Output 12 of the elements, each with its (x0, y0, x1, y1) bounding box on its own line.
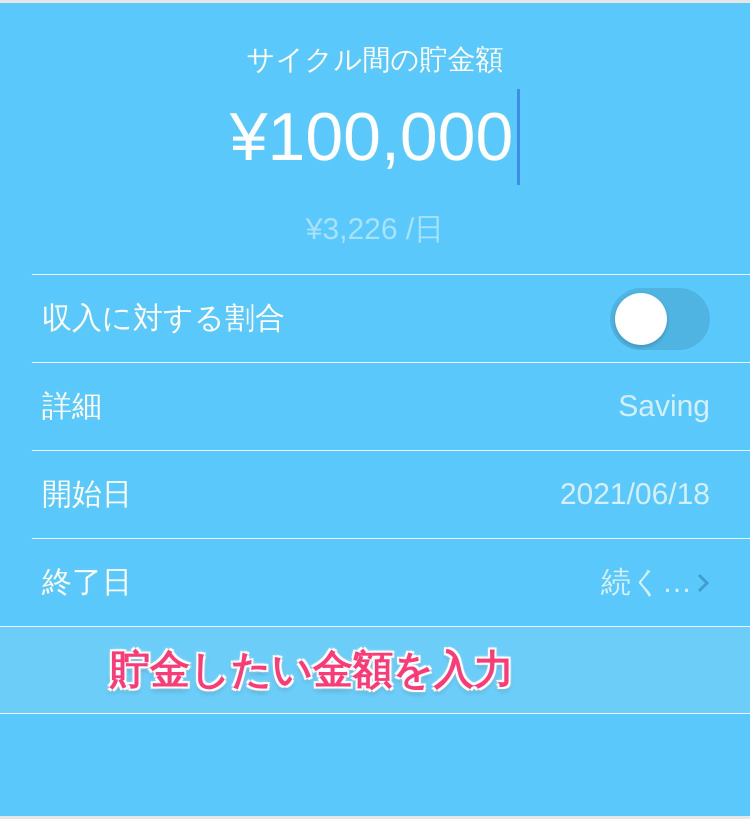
screen-title: サイクル間の貯金額 (246, 42, 504, 78)
daily-amount: ¥3,226 /日 (306, 212, 444, 248)
row-value[interactable]: 続く… (601, 560, 692, 605)
row-label: 収入に対する割合 (42, 300, 285, 338)
row-value[interactable]: Saving (618, 384, 710, 429)
row-value[interactable]: 2021/06/18 (560, 472, 710, 517)
annotation-caption: 貯金したい金額を入力 (110, 646, 514, 695)
amount-input[interactable]: ¥100,000 (230, 100, 514, 174)
chevron-right-icon (696, 572, 710, 594)
row-label: 終了日 (42, 564, 132, 602)
row-label: 開始日 (42, 476, 132, 514)
row-label: 詳細 (42, 388, 102, 426)
